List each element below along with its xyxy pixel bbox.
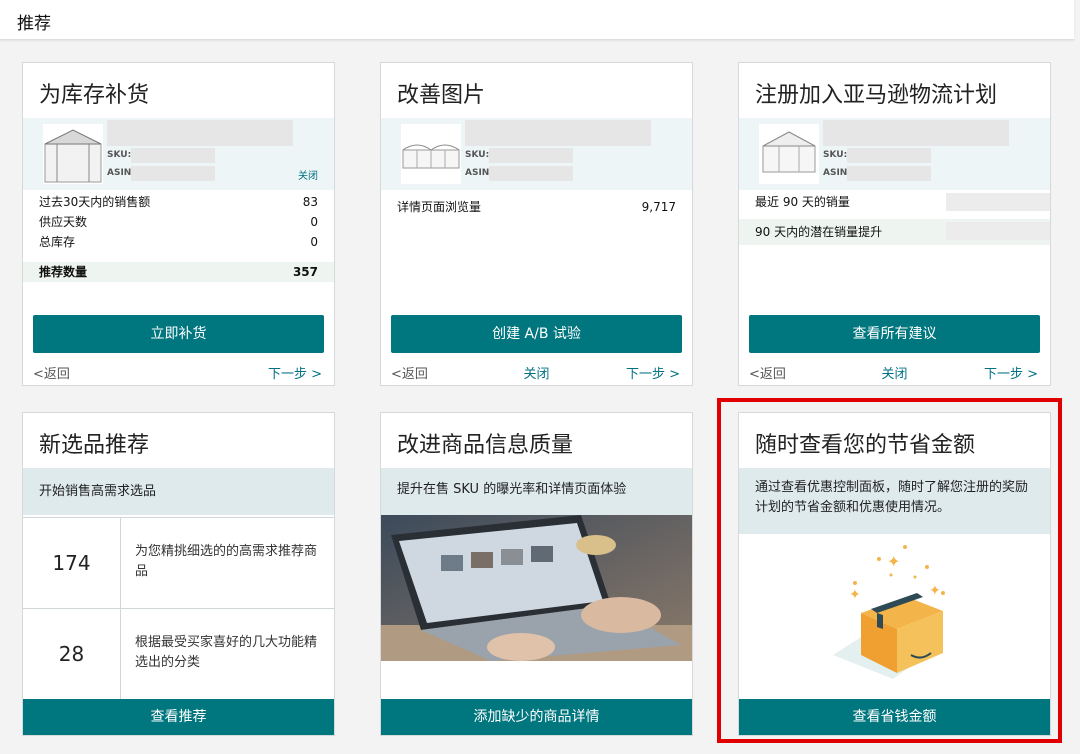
stat-number: 174 [23,518,121,608]
product-summary: SKU: ASIN: [381,118,692,190]
restock-title: 为库存补货 [39,83,150,108]
back-link[interactable]: <返回 [749,363,786,382]
highlight-annotation [717,398,1062,743]
metric-label: 总库存 [39,235,76,249]
improve-images-card: 改善图片 SKU: ASIN: 详情页面浏览量 9,717 创建 A/B 试验 … [380,62,693,386]
metrics-list: 详情页面浏览量 9,717 [381,197,692,217]
redacted-product-name [107,120,293,146]
redacted-value [946,222,1050,240]
card-subtitle: 提升在售 SKU 的曝光率和详情页面体验 [381,468,692,515]
product-thumbnail[interactable] [401,124,461,184]
redacted-asin [847,166,931,181]
stats-table: 174 为您精挑细选的的高需求推荐商品 28 根据最受买家喜好的几大功能精选出的… [23,517,334,699]
card-nav: <返回 关闭 下一步 > [391,363,682,383]
metric-label: 供应天数 [39,215,88,229]
redacted-sku [847,148,931,163]
improve-images-title: 改善图片 [397,83,486,108]
metric-label: 过去30天内的销售额 [39,195,151,209]
listing-quality-card: 改进商品信息质量 提升在售 SKU 的曝光率和详情页面体验 添加缺少的商品详情 [380,412,693,736]
view-recommendations-button[interactable]: 查看推荐 [23,699,334,735]
back-link[interactable]: <返回 [33,363,70,382]
metric-row: 90 天内的潜在销量提升 [739,219,1050,245]
metric-row: 过去30天内的销售额 83 [23,192,334,212]
product-summary: SKU: ASIN: 关闭 [23,118,334,190]
metrics-list: 最近 90 天的销量 90 天内的潜在销量提升 [739,191,1050,245]
listing-quality-title: 改进商品信息质量 [397,433,574,458]
sku-label: SKU: [823,150,848,160]
redacted-product-name [823,120,1009,146]
metric-value: 83 [302,195,318,209]
new-selection-title: 新选品推荐 [39,433,150,458]
metrics-list: 过去30天内的销售额 83 供应天数 0 总库存 0 推荐数量 357 [23,192,334,282]
sku-label: SKU: [465,150,490,160]
restock-now-button[interactable]: 立即补货 [33,315,324,353]
redacted-asin [131,166,215,181]
new-selection-card: 新选品推荐 开始销售高需求选品 174 为您精挑细选的的高需求推荐商品 28 根… [22,412,335,736]
metric-label: 推荐数量 [39,265,88,279]
redacted-sku [489,148,573,163]
metric-value: 0 [310,215,318,229]
fba-enroll-card: 注册加入亚马逊物流计划 SKU: ASIN: 最近 90 天的销量 90 天内的… [738,62,1051,386]
stat-number: 28 [23,609,121,699]
metric-label: 最近 90 天的销量 [755,195,850,209]
metric-row: 供应天数 0 [23,212,334,232]
stat-row[interactable]: 28 根据最受买家喜好的几大功能精选出的分类 [23,608,334,699]
restock-card: 为库存补货 SKU: ASIN: 关闭 过去30天内的销售额 83 供应天数 0… [22,62,335,386]
metric-value: 357 [292,265,318,279]
close-link[interactable]: 关闭 [298,167,318,182]
close-link[interactable]: 关闭 [881,363,907,382]
redacted-product-name [465,120,651,146]
fba-title: 注册加入亚马逊物流计划 [755,83,998,108]
redacted-value [946,193,1050,211]
metric-row: 详情页面浏览量 9,717 [381,197,692,217]
recommended-qty-row: 推荐数量 357 [23,262,334,282]
stat-description: 根据最受买家喜好的几大功能精选出的分类 [135,635,318,670]
stat-row[interactable]: 174 为您精挑细选的的高需求推荐商品 [23,517,334,608]
next-link[interactable]: 下一步 > [984,363,1038,382]
back-link[interactable]: <返回 [391,363,428,382]
laptop-photo [381,515,692,661]
subtitle-text: 提升在售 SKU 的曝光率和详情页面体验 [397,482,627,497]
redacted-sku [131,148,215,163]
product-summary: SKU: ASIN: [739,118,1050,190]
sku-label: SKU: [107,150,132,160]
view-all-suggestions-button[interactable]: 查看所有建议 [749,315,1040,353]
card-subtitle: 开始销售高需求选品 [23,468,334,515]
metric-row: 总库存 0 [23,232,334,252]
subtitle-text: 开始销售高需求选品 [39,484,157,499]
metric-label: 详情页面浏览量 [397,200,482,214]
next-link[interactable]: 下一步 > [268,363,322,382]
page-title: 推荐 [17,14,51,34]
close-link[interactable]: 关闭 [523,363,549,382]
add-missing-details-button[interactable]: 添加缺少的商品详情 [381,699,692,735]
next-link[interactable]: 下一步 > [626,363,680,382]
metric-label: 90 天内的潜在销量提升 [755,225,883,239]
metric-row: 最近 90 天的销量 [739,191,1050,215]
stat-description: 为您精挑细选的的高需求推荐商品 [135,544,318,579]
redacted-asin [489,166,573,181]
card-nav: <返回 下一步 > [33,363,324,383]
page-header: 推荐 [0,0,1074,40]
product-thumbnail[interactable] [43,124,103,184]
metric-value: 9,717 [641,200,676,214]
metric-value: 0 [310,235,318,249]
product-thumbnail[interactable] [759,124,819,184]
create-ab-test-button[interactable]: 创建 A/B 试验 [391,315,682,353]
card-nav: <返回 关闭 下一步 > [749,363,1040,383]
